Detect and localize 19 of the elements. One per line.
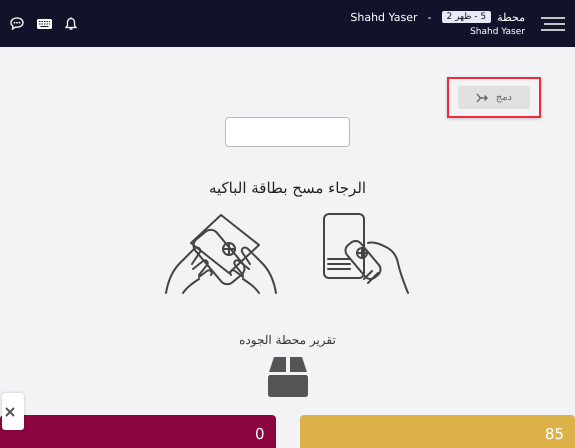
box-icon[interactable] [268, 357, 308, 397]
separator-text: - [428, 10, 432, 24]
merge-button[interactable]: دمج [458, 86, 530, 109]
tools-icon [5, 406, 15, 416]
tools-tab[interactable] [2, 393, 24, 430]
chat-icon[interactable] [10, 17, 24, 30]
prompt-text: الرجاء مسح بطاقة الباكيه [208, 179, 366, 197]
user-name: Shahd Yaser [350, 10, 418, 24]
bell-icon[interactable] [65, 16, 77, 30]
menu-icon[interactable] [541, 16, 565, 30]
report-title: تقرير محطة الجوده [239, 333, 336, 347]
input-field[interactable] [225, 117, 350, 147]
keyboard-icon[interactable] [37, 18, 52, 28]
stat-value: 0 [254, 425, 264, 445]
station-label: محطة [497, 10, 525, 24]
user-subtitle: Shahd Yaser [470, 26, 525, 36]
merge-icon [476, 92, 488, 102]
stat-value: 85 [544, 425, 564, 445]
station-badge: 5 - ظهر 2 [442, 11, 492, 23]
